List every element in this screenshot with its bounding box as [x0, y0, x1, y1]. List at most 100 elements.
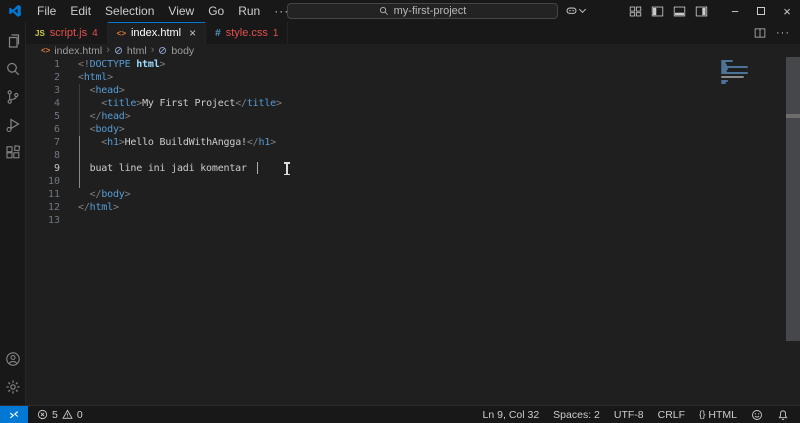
feedback-smiley[interactable]: [746, 409, 768, 421]
copilot-menu[interactable]: [565, 4, 587, 17]
breadcrumb-body[interactable]: body: [171, 45, 194, 57]
line-number[interactable]: 6: [26, 123, 60, 136]
vscode-logo-icon: [0, 4, 30, 18]
line-number[interactable]: 9: [26, 162, 60, 175]
line-number[interactable]: 4: [26, 97, 60, 110]
code-line[interactable]: 9 buat line ini jadi komentar: [26, 162, 800, 175]
notifications-bell[interactable]: [772, 409, 794, 421]
error-icon: [37, 409, 48, 420]
tab-script-js[interactable]: JS script.js 4: [26, 22, 108, 44]
encoding-status[interactable]: UTF-8: [609, 409, 649, 421]
line-number[interactable]: 8: [26, 149, 60, 162]
menu-selection[interactable]: Selection: [98, 0, 161, 22]
braces-icon: {}: [699, 409, 706, 420]
code-text: <h1>Hello BuildWithAngga!</h1>: [101, 137, 276, 148]
code-line[interactable]: 7 <h1>Hello BuildWithAngga!</h1>: [26, 136, 800, 149]
accounts-icon[interactable]: [0, 345, 25, 373]
symbol-icon: [159, 46, 167, 55]
scrollbar[interactable]: [786, 57, 800, 341]
tab-label: style.css: [225, 27, 268, 39]
source-control-icon[interactable]: [0, 83, 25, 111]
cursor-position-status[interactable]: Ln 9, Col 32: [478, 409, 545, 421]
extensions-icon[interactable]: [0, 139, 25, 167]
css-file-icon: #: [215, 27, 221, 39]
line-number[interactable]: 10: [26, 175, 60, 188]
close-window-button[interactable]: ×: [774, 0, 800, 22]
chevron-right-icon: ›: [150, 44, 155, 56]
search-sidebar-icon[interactable]: [0, 55, 25, 83]
code-line[interactable]: 10: [26, 175, 800, 188]
code-line[interactable]: 4 <title>My First Project</title>: [26, 97, 800, 110]
code-text: </head>: [89, 111, 131, 122]
explorer-icon[interactable]: [0, 27, 25, 55]
split-editor-icon[interactable]: [754, 27, 766, 39]
toggle-primary-sidebar-icon[interactable]: [651, 5, 664, 18]
menu-go[interactable]: Go: [201, 0, 231, 22]
warning-icon: [62, 409, 73, 419]
activity-bar: [0, 22, 26, 405]
line-number[interactable]: 3: [26, 84, 60, 97]
remote-indicator[interactable]: [0, 406, 28, 423]
menu-run[interactable]: Run: [231, 0, 267, 22]
chevron-down-icon: [578, 5, 587, 14]
eol-status[interactable]: CRLF: [653, 409, 690, 421]
smiley-icon: [752, 409, 762, 420]
search-value: my-first-project: [393, 5, 467, 17]
minimap[interactable]: [721, 60, 755, 86]
code-lines: 1 <!DOCTYPE html> 2 <html> 3 <head> 4 <title>…: [26, 58, 800, 227]
line-number[interactable]: 12: [26, 201, 60, 214]
remote-icon: [9, 410, 19, 418]
close-tab-icon[interactable]: ×: [189, 26, 196, 40]
close-icon: ×: [783, 3, 791, 19]
menu-file[interactable]: File: [30, 0, 63, 22]
command-center-search[interactable]: my-first-project: [287, 3, 558, 19]
settings-gear-icon[interactable]: [0, 373, 25, 401]
breadcrumb-html[interactable]: html: [127, 45, 147, 57]
restore-button[interactable]: [748, 0, 774, 22]
menu-bar: File Edit Selection View Go Run ···: [30, 0, 296, 22]
status-bar: 5 0 Ln 9, Col 32 Spaces: 2 UTF-8 CRLF {}…: [0, 405, 800, 423]
problems-status[interactable]: 5 0: [32, 409, 88, 421]
copilot-icon: [566, 7, 577, 14]
code-text: <title>My First Project</title>: [101, 98, 282, 109]
tab-index-html[interactable]: <> index.html ×: [107, 22, 207, 44]
customize-layout-icon[interactable]: [629, 5, 642, 18]
text-caret: [257, 162, 258, 174]
line-number[interactable]: 1: [26, 58, 60, 71]
line-number[interactable]: 7: [26, 136, 60, 149]
code-text: </html>: [78, 202, 119, 213]
menu-edit[interactable]: Edit: [63, 0, 98, 22]
line-number[interactable]: 2: [26, 71, 60, 84]
toggle-secondary-sidebar-icon[interactable]: [695, 5, 708, 18]
code-line[interactable]: 6 <body>: [26, 123, 800, 136]
scrollbar-tick: [786, 114, 800, 118]
language-mode-status[interactable]: {} HTML: [694, 409, 742, 421]
search-icon: [379, 7, 388, 15]
toggle-panel-icon[interactable]: [673, 5, 686, 18]
minimize-button[interactable]: −: [722, 0, 748, 22]
breadcrumb-file[interactable]: index.html: [54, 45, 102, 57]
code-text: buat line ini jadi komentar: [78, 163, 247, 174]
run-debug-icon[interactable]: [0, 111, 25, 139]
code-line[interactable]: 5 </head>: [26, 110, 800, 123]
code-line[interactable]: 11 </body>: [26, 188, 800, 201]
indentation-status[interactable]: Spaces: 2: [548, 409, 605, 421]
code-line[interactable]: 1 <!DOCTYPE html>: [26, 58, 800, 71]
tab-style-css[interactable]: # style.css 1: [206, 22, 289, 44]
menu-view[interactable]: View: [161, 0, 201, 22]
code-text: <head>: [89, 85, 125, 96]
code-line[interactable]: 12 </html>: [26, 201, 800, 214]
code-line[interactable]: 3 <head>: [26, 84, 800, 97]
line-number[interactable]: 11: [26, 188, 60, 201]
breadcrumb: <> index.html › html › body: [26, 44, 800, 57]
line-number[interactable]: 13: [26, 214, 60, 227]
more-actions-icon[interactable]: ···: [776, 27, 790, 39]
code-line[interactable]: 13: [26, 214, 800, 227]
line-number[interactable]: 5: [26, 110, 60, 123]
title-bar: File Edit Selection View Go Run ··· ← → …: [0, 0, 800, 22]
language-label: HTML: [708, 408, 737, 421]
code-editor[interactable]: 1 <!DOCTYPE html> 2 <html> 3 <head> 4 <title>…: [26, 57, 800, 405]
problems-badge: 4: [92, 27, 98, 39]
code-line[interactable]: 2 <html>: [26, 71, 800, 84]
code-line[interactable]: 8: [26, 149, 800, 162]
